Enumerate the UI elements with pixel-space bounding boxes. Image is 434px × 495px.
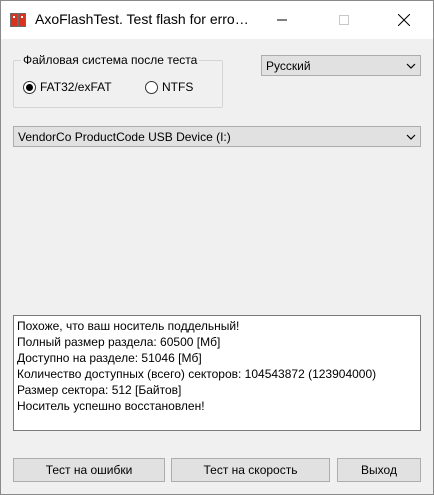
minimize-icon xyxy=(277,19,287,21)
log-line: Полный размер раздела: 60500 [Мб] xyxy=(17,335,221,349)
radio-circle[interactable] xyxy=(145,80,158,94)
language-dropdown[interactable]: Русский xyxy=(261,55,421,76)
chevron-down-icon xyxy=(406,134,416,140)
filesystem-group-label: Файловая система после теста xyxy=(21,53,200,67)
chevron-down-icon xyxy=(406,63,416,69)
exit-button[interactable]: Выход xyxy=(337,458,421,482)
test-errors-button[interactable]: Тест на ошибки xyxy=(13,458,165,482)
log-textbox[interactable]: Похоже, что ваш носитель поддельный! Пол… xyxy=(13,315,421,431)
log-line: Размер сектора: 512 [Байтов] xyxy=(17,383,182,397)
radio-label[interactable]: NTFS xyxy=(162,80,193,94)
close-icon xyxy=(398,14,410,26)
radio-fat32-exfat[interactable]: FAT32/exFAT xyxy=(23,78,112,96)
app-icon xyxy=(10,12,26,28)
device-dropdown[interactable]: VendorCo ProductCode USB Device (I:) xyxy=(13,126,421,147)
radio-selected-dot xyxy=(26,83,33,91)
title-bar[interactable]: AxoFlashTest. Test flash for erro… xyxy=(1,1,433,39)
radio-circle[interactable] xyxy=(23,80,36,94)
log-line: Носитель успешно восстановлен! xyxy=(17,399,205,413)
radio-ntfs[interactable]: NTFS xyxy=(145,78,193,96)
app-window: AxoFlashTest. Test flash for erro… Файло… xyxy=(0,0,434,495)
window-title: AxoFlashTest. Test flash for erro… xyxy=(35,11,249,27)
log-line: Доступно на разделе: 51046 [Мб] xyxy=(17,351,202,365)
test-speed-button[interactable]: Тест на скорость xyxy=(171,458,330,482)
log-line: Похоже, что ваш носитель поддельный! xyxy=(17,319,240,333)
maximize-button xyxy=(321,1,367,39)
log-line: Количество доступных (всего) секторов: 1… xyxy=(17,367,377,381)
language-selected: Русский xyxy=(266,59,311,73)
radio-label[interactable]: FAT32/exFAT xyxy=(40,80,112,94)
close-button[interactable] xyxy=(381,1,427,39)
minimize-button[interactable] xyxy=(259,1,305,39)
device-selected: VendorCo ProductCode USB Device (I:) xyxy=(18,130,231,144)
maximize-icon xyxy=(339,15,349,25)
